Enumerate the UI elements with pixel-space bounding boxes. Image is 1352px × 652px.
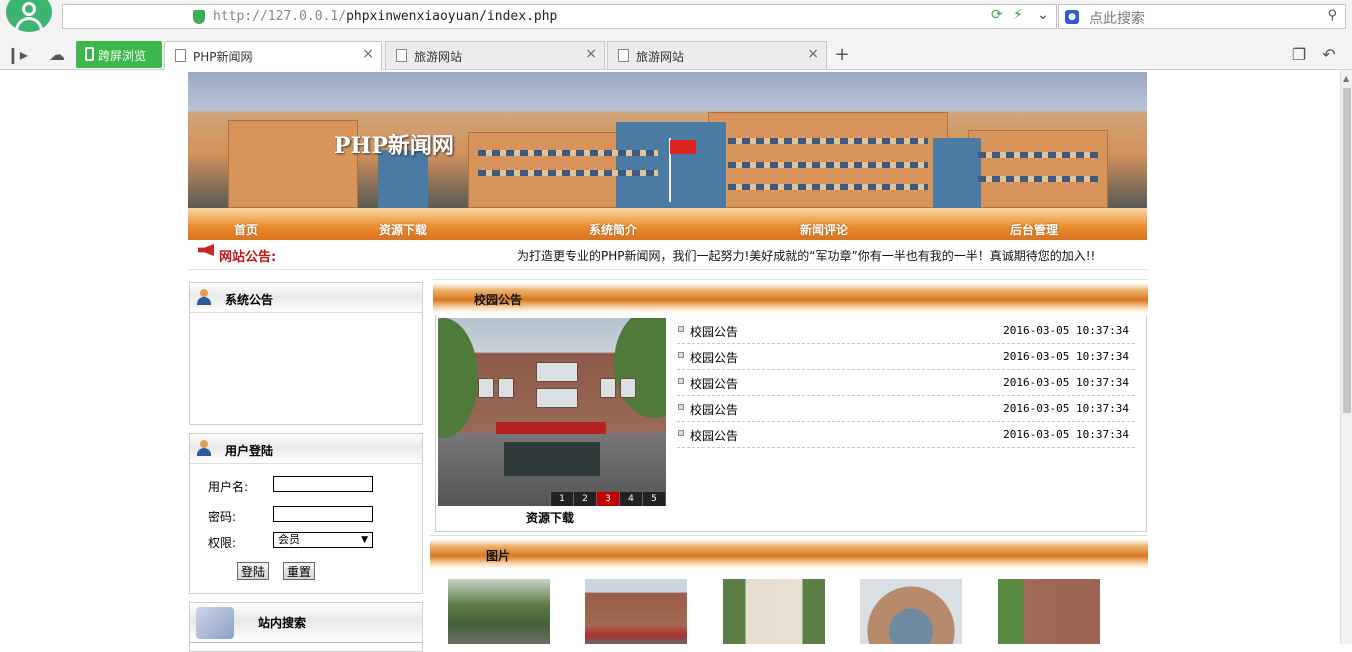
entrance	[504, 442, 600, 476]
close-icon[interactable]: ×	[807, 46, 819, 62]
panel-title: 用户登陆	[225, 444, 274, 458]
pager-dot[interactable]: 4	[619, 492, 642, 506]
password-label: 密码:	[208, 510, 237, 524]
news-row[interactable]: 校园公告 2016-03-05 10:37:34	[677, 318, 1135, 344]
nav-home[interactable]: 首页	[234, 221, 258, 238]
bolt-icon[interactable]: ⚡	[1013, 7, 1023, 23]
address-bar[interactable]: http://127.0.0.1/phpxinwenxiaoyuan/index…	[62, 4, 1057, 29]
campus-notice-header: 校园公告	[433, 279, 1148, 313]
person-icon	[197, 440, 211, 456]
bullet-icon	[678, 352, 684, 358]
search-icon[interactable]: ⚲	[1327, 8, 1337, 23]
bullet-icon	[678, 378, 684, 384]
tab-travel-1[interactable]: 旅游网站 ×	[385, 41, 605, 69]
pen-icon	[196, 607, 234, 639]
banner-title: PHP新闻网	[334, 133, 454, 159]
scroll-up-icon[interactable]: ▲	[1343, 74, 1349, 83]
login-button[interactable]: 登陆	[237, 562, 270, 580]
role-select[interactable]: 会员 ▼	[273, 532, 373, 548]
page-icon	[175, 49, 186, 62]
flag-image	[670, 140, 696, 154]
user-avatar-icon[interactable]	[6, 0, 52, 32]
pager-dot[interactable]: 2	[573, 492, 596, 506]
reset-button[interactable]: 重置	[283, 562, 316, 580]
chevron-down-icon: ▼	[361, 535, 368, 545]
chevron-down-icon[interactable]: ⌄	[1037, 7, 1049, 23]
phone-icon	[85, 47, 94, 61]
system-announcement-panel: 系统公告	[189, 282, 423, 425]
pager-dot[interactable]: 1	[550, 492, 573, 506]
new-tab-icon[interactable]: +	[829, 42, 855, 66]
section-title: 图片	[486, 549, 511, 563]
restore-icon[interactable]: ❐	[1286, 42, 1312, 66]
pictures-header: 图片	[430, 535, 1148, 569]
browser-chrome: ← ✕ ⌂ ☆ http://127.0.0.1/phpxinwenxiaoyu…	[0, 0, 1352, 70]
picture-thumbnail[interactable]	[998, 579, 1100, 644]
site-search-panel: 站内搜索	[189, 602, 423, 652]
bullet-icon	[678, 326, 684, 332]
cross-screen-button[interactable]: 跨屏浏览	[76, 41, 162, 68]
picture-thumbnail[interactable]	[448, 579, 550, 644]
nav-comments[interactable]: 新闻评论	[800, 221, 848, 238]
panel-title: 系统公告	[225, 293, 274, 307]
picture-thumbnail[interactable]	[585, 579, 687, 644]
page-icon	[618, 49, 629, 62]
refresh-icon[interactable]: ⟳	[991, 7, 1003, 23]
slideshow-pager: 1 2 3 4 5	[550, 492, 665, 506]
close-icon[interactable]: ×	[585, 46, 597, 62]
search-placeholder[interactable]: 点此搜索	[1089, 8, 1145, 28]
tab-travel-2[interactable]: 旅游网站 ×	[607, 41, 827, 69]
undo-icon[interactable]: ↶	[1316, 42, 1342, 66]
section-title: 校园公告	[474, 293, 523, 307]
banner: PHP新闻网	[188, 72, 1147, 208]
role-label: 权限:	[208, 536, 237, 550]
pager-dot[interactable]: 5	[642, 492, 665, 506]
notice-label: 网站公告:	[219, 250, 277, 265]
picture-thumbnail[interactable]	[860, 579, 962, 644]
notice-marquee: 为打造更专业的PHP新闻网，我们一起努力!美好成就的“军功章”你有一半也有我的一…	[517, 249, 1096, 263]
shield-icon	[193, 10, 205, 24]
news-row[interactable]: 校园公告 2016-03-05 10:37:34	[677, 422, 1135, 448]
nav-admin[interactable]: 后台管理	[1010, 221, 1058, 238]
url-text[interactable]: http://127.0.0.1/phpxinwenxiaoyuan/index…	[213, 9, 557, 24]
page-icon	[396, 49, 407, 62]
person-icon	[197, 289, 211, 305]
bullet-icon	[678, 430, 684, 436]
notice-bar: 网站公告: 为打造更专业的PHP新闻网，我们一起努力!美好成就的“军功章”你有一…	[188, 240, 1147, 270]
scrollbar[interactable]: ▲	[1340, 70, 1352, 644]
password-input[interactable]	[273, 506, 373, 522]
campus-slideshow[interactable]	[438, 318, 666, 506]
megaphone-icon	[198, 244, 214, 256]
username-input[interactable]	[273, 476, 373, 492]
banner-sign	[496, 422, 606, 434]
nav-downloads[interactable]: 资源下载	[379, 221, 427, 238]
panel-title: 站内搜索	[258, 616, 307, 630]
username-label: 用户名:	[208, 480, 249, 494]
bullet-icon	[678, 404, 684, 410]
pager-dot-active[interactable]: 3	[596, 492, 619, 506]
photo-caption[interactable]: 资源下载	[526, 509, 574, 526]
login-panel: 用户登陆 用户名: 密码: 权限: 会员 ▼ 登陆 重置	[189, 433, 423, 594]
paw-icon[interactable]: ●	[1065, 10, 1079, 24]
site: PHP新闻网 首页 资源下载 系统简介 新闻评论 后台管理 网站公告: 为打造更…	[188, 72, 1148, 270]
main-nav: 首页 资源下载 系统简介 新闻评论 后台管理	[188, 208, 1147, 240]
close-icon[interactable]: ×	[362, 46, 374, 62]
news-row[interactable]: 校园公告 2016-03-05 10:37:34	[677, 370, 1135, 396]
picture-thumbnail[interactable]	[723, 579, 825, 644]
browser-search[interactable]: ● 点此搜索 ⚲	[1058, 4, 1346, 29]
cloud-icon[interactable]: ☁	[44, 42, 70, 66]
nav-about[interactable]: 系统简介	[589, 221, 637, 238]
tab-php-news[interactable]: PHP新闻网 ×	[164, 41, 382, 70]
scroll-thumb[interactable]	[1343, 88, 1351, 413]
sidebar-toggle-icon[interactable]: ❙▸	[4, 42, 30, 66]
news-row[interactable]: 校园公告 2016-03-05 10:37:34	[677, 396, 1135, 422]
news-row[interactable]: 校园公告 2016-03-05 10:37:34	[677, 344, 1135, 370]
